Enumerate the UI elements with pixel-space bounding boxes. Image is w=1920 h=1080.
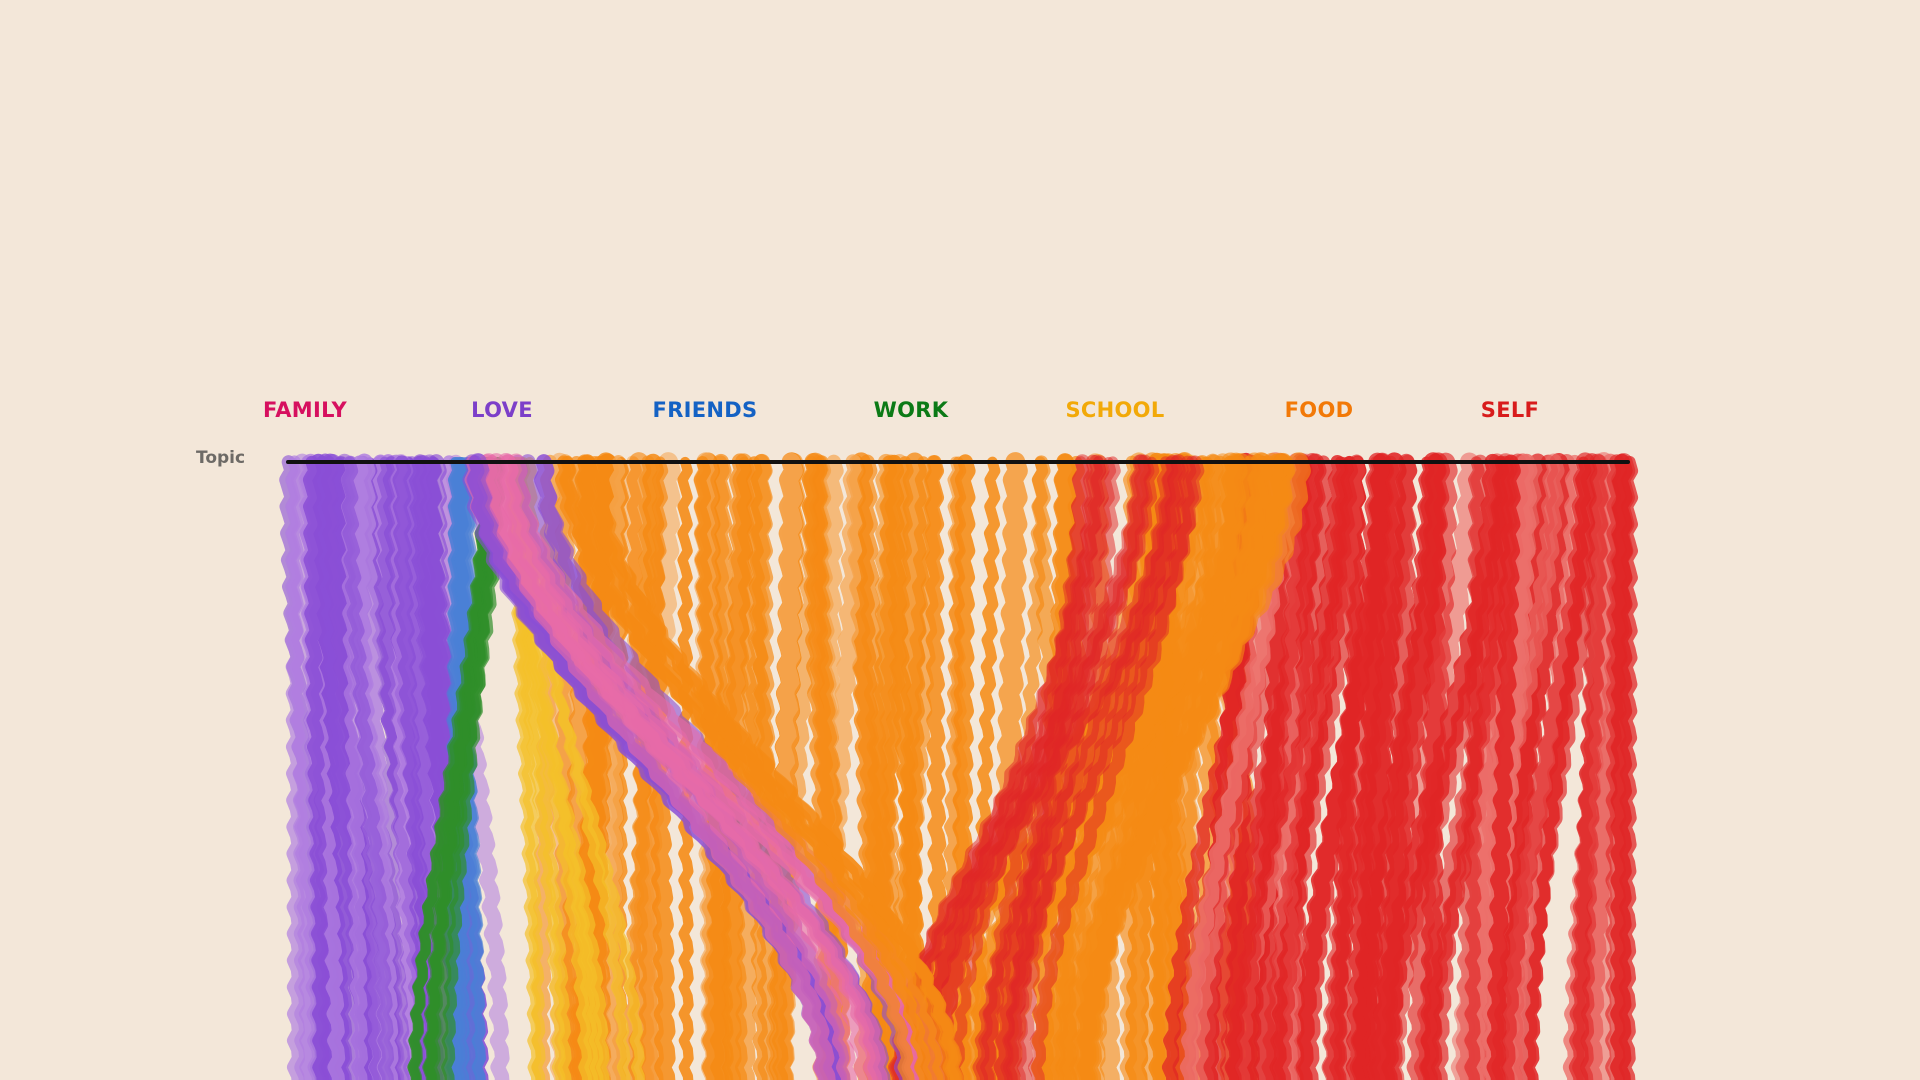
stage: FAMILY LOVE FRIENDS WORK SCHOOL FOOD SEL… xyxy=(0,0,1920,1080)
legend-family: FAMILY xyxy=(262,398,348,422)
legend-friends: FRIENDS xyxy=(652,398,758,422)
legend-self: SELF xyxy=(1480,398,1540,422)
top-axis-line xyxy=(286,460,1630,464)
ribbon-strand xyxy=(1605,454,1628,1080)
topic-legend: FAMILY LOVE FRIENDS WORK SCHOOL FOOD SEL… xyxy=(0,398,1920,430)
ribbon-strands xyxy=(279,452,1639,1080)
legend-school: SCHOOL xyxy=(1065,398,1165,422)
legend-food: FOOD xyxy=(1284,398,1354,422)
topic-axis-label: Topic xyxy=(196,448,246,468)
legend-love: LOVE xyxy=(471,398,533,422)
legend-work: WORK xyxy=(873,398,949,422)
